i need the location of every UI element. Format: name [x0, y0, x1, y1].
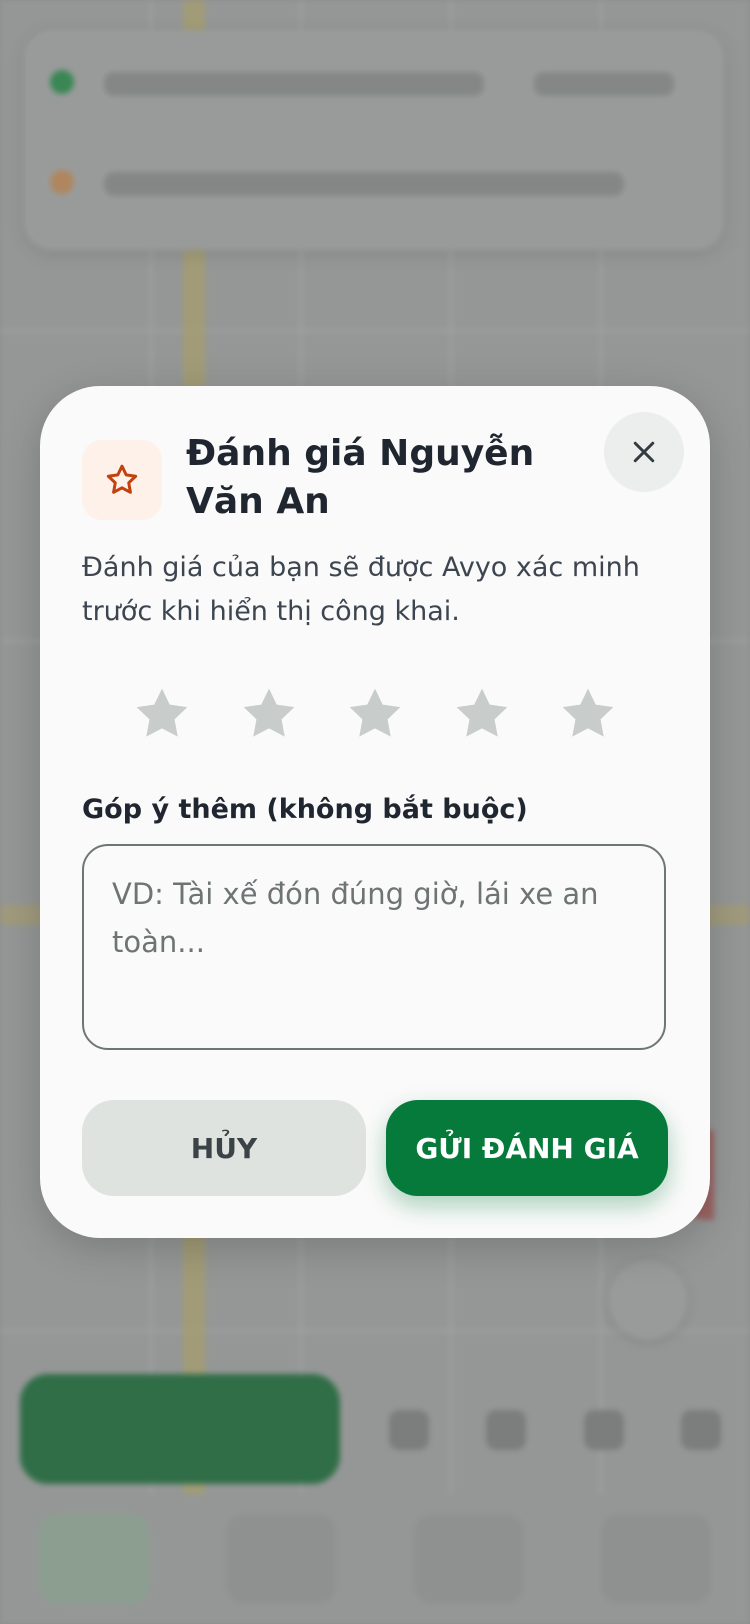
star-rating[interactable] — [130, 682, 620, 746]
submit-rating-button[interactable]: GỬI ĐÁNH GIÁ — [386, 1100, 668, 1196]
rating-dialog: Đánh giá Nguyễn Văn An Đánh giá của bạn … — [40, 386, 710, 1238]
comment-input[interactable] — [82, 844, 666, 1050]
close-icon — [633, 441, 655, 463]
star-icon[interactable] — [237, 682, 301, 746]
star-icon[interactable] — [556, 682, 620, 746]
dialog-subtitle: Đánh giá của bạn sẽ được Avyo xác minh t… — [82, 552, 640, 627]
star-outline-icon — [82, 440, 162, 520]
star-icon[interactable] — [130, 682, 194, 746]
comment-label: Góp ý thêm (không bắt buộc) — [82, 794, 528, 825]
star-icon[interactable] — [450, 682, 514, 746]
cancel-button[interactable]: HỦY — [82, 1100, 366, 1196]
dialog-title: Đánh giá Nguyễn Văn An — [186, 433, 535, 522]
star-icon[interactable] — [343, 682, 407, 746]
close-button[interactable] — [604, 412, 684, 492]
